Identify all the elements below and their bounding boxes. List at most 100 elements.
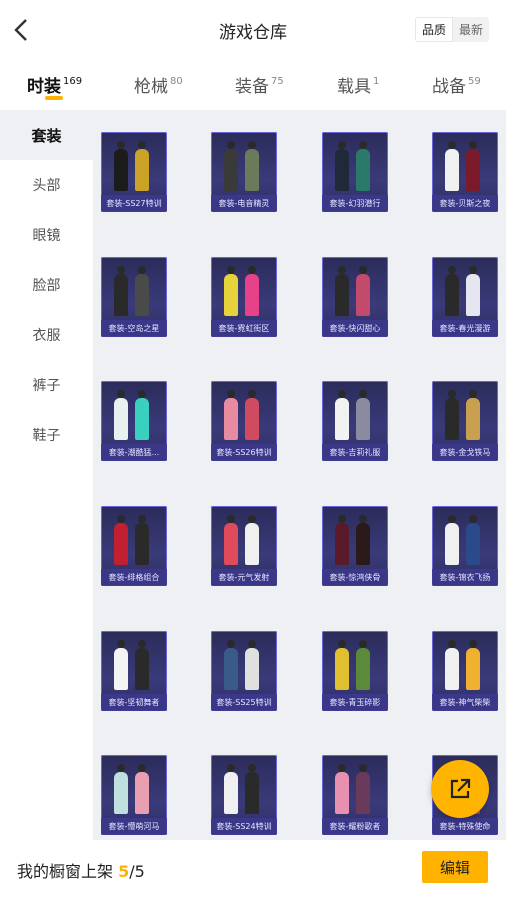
tab-count: 1 [373,76,380,87]
outfit-label: 套装-SS24特训 [211,818,277,835]
character-figure [114,515,128,565]
outfit-card[interactable]: 套装-SS24特训 [211,755,277,835]
character-figure [356,390,370,440]
outfit-card[interactable]: 套装-SS27特训 [101,132,167,212]
outfit-thumbnail [101,257,167,320]
outfit-card[interactable]: 套装-元气发射 [211,506,277,586]
sidebar-item-glasses[interactable]: 眼镜 [0,210,93,260]
outfit-label: 套装-SS26特训 [211,444,277,461]
outfit-label: 套装-坚韧舞者 [101,694,167,711]
sidebar-item-pants[interactable]: 裤子 [0,360,93,410]
tab-count: 75 [271,76,284,87]
character-figure [224,764,238,814]
character-figure [335,141,349,191]
share-button[interactable] [431,760,489,818]
tab-label: 装备 [235,77,269,97]
outfit-card[interactable]: 套装-吉莉礼服 [322,381,388,461]
outfit-label: 套装-神气柴柴 [432,694,498,711]
outfit-card[interactable]: 套装-SS26特训 [211,381,277,461]
active-tab-indicator [45,96,63,100]
sidebar-item-face[interactable]: 脸部 [0,260,93,310]
character-figure [245,764,259,814]
sidebar-item-shoes[interactable]: 鞋子 [0,410,93,460]
tab-label: 时装 [27,77,61,97]
outfit-thumbnail [322,506,388,569]
outfit-label: 套装-潮酷猛... [101,444,167,461]
outfit-card[interactable]: 套装-金戈铁马 [432,381,498,461]
character-figure [135,764,149,814]
outfit-card[interactable]: 套装-坚韧舞者 [101,631,167,711]
outfit-label: 套装-空岛之星 [101,320,167,337]
outfit-card[interactable]: 套装-惊鸿侠骨 [322,506,388,586]
outfit-thumbnail [432,631,498,694]
outfit-thumbnail [211,257,277,320]
sort-quality-option[interactable]: 品质 [415,17,453,42]
external-link-icon [450,778,471,799]
character-figure [445,640,459,690]
outfit-label: 套装-绯格组合 [101,569,167,586]
outfit-label: 套装-电音精灵 [211,195,277,212]
character-figure [224,266,238,316]
character-figure [245,141,259,191]
outfit-card[interactable]: 套装-SS25特训 [211,631,277,711]
outfit-card[interactable]: 套装-锦衣飞扬 [432,506,498,586]
outfit-thumbnail [211,755,277,818]
sidebar-item-clothes[interactable]: 衣服 [0,310,93,360]
showcase-total: /5 [129,862,145,881]
outfit-thumbnail [322,755,388,818]
outfit-card[interactable]: 套装-神气柴柴 [432,631,498,711]
outfit-card[interactable]: 套装-幻羽潜行 [322,132,388,212]
character-figure [245,515,259,565]
showcase-status: 我的橱窗上架 5/5 [17,858,145,882]
character-figure [356,764,370,814]
character-figure [356,141,370,191]
header: 游戏仓库 品质 最新 [0,0,506,60]
character-figure [356,640,370,690]
sidebar-item-outfit[interactable]: 套装 [0,110,93,160]
outfit-thumbnail [211,132,277,195]
outfit-label: 套装-懵萌河马 [101,818,167,835]
character-figure [224,141,238,191]
outfit-card[interactable]: 套装-春光漫游 [432,257,498,337]
outfit-card[interactable]: 套装-电音精灵 [211,132,277,212]
character-figure [245,640,259,690]
outfit-thumbnail [322,631,388,694]
tab-vehicles[interactable]: 载具 1 [337,72,379,97]
tab-count: 59 [468,76,481,87]
outfit-card[interactable]: 套装-霓虹街区 [211,257,277,337]
outfit-label: 套装-SS27特训 [101,195,167,212]
outfit-card[interactable]: 套装-空岛之星 [101,257,167,337]
outfit-thumbnail [322,132,388,195]
outfit-card[interactable]: 套装-贝斯之夜 [432,132,498,212]
tab-fashion[interactable]: 时装 169 [27,72,82,97]
outfit-card[interactable]: 套装-青玉碎影 [322,631,388,711]
character-figure [135,141,149,191]
character-figure [114,390,128,440]
showcase-label: 我的橱窗上架 [17,862,119,881]
outfit-label: 套装-青玉碎影 [322,694,388,711]
tab-label: 战备 [432,77,466,97]
outfit-thumbnail [432,132,498,195]
outfit-thumbnail [101,381,167,444]
outfit-thumbnail [211,631,277,694]
outfit-thumbnail [101,506,167,569]
sort-newest-option[interactable]: 最新 [453,17,489,42]
outfit-card[interactable]: 套装-懵萌河马 [101,755,167,835]
tab-supplies[interactable]: 战备 59 [432,72,481,97]
character-figure [335,515,349,565]
outfit-card[interactable]: 套装-耀粉歌者 [322,755,388,835]
sidebar-item-head[interactable]: 头部 [0,160,93,210]
outfit-label: 套装-幻羽潜行 [322,195,388,212]
outfit-card[interactable]: 套装-快闪甜心 [322,257,388,337]
outfit-card[interactable]: 套装-绯格组合 [101,506,167,586]
character-figure [356,515,370,565]
tab-label: 载具 [337,77,371,97]
outfit-label: 套装-元气发射 [211,569,277,586]
tab-weapons[interactable]: 枪械 80 [134,72,183,97]
outfit-thumbnail [211,506,277,569]
tab-count: 80 [170,76,183,87]
tab-equipment[interactable]: 装备 75 [235,72,284,97]
character-figure [466,390,480,440]
outfit-card[interactable]: 套装-潮酷猛... [101,381,167,461]
edit-button[interactable]: 编辑 [422,851,488,883]
